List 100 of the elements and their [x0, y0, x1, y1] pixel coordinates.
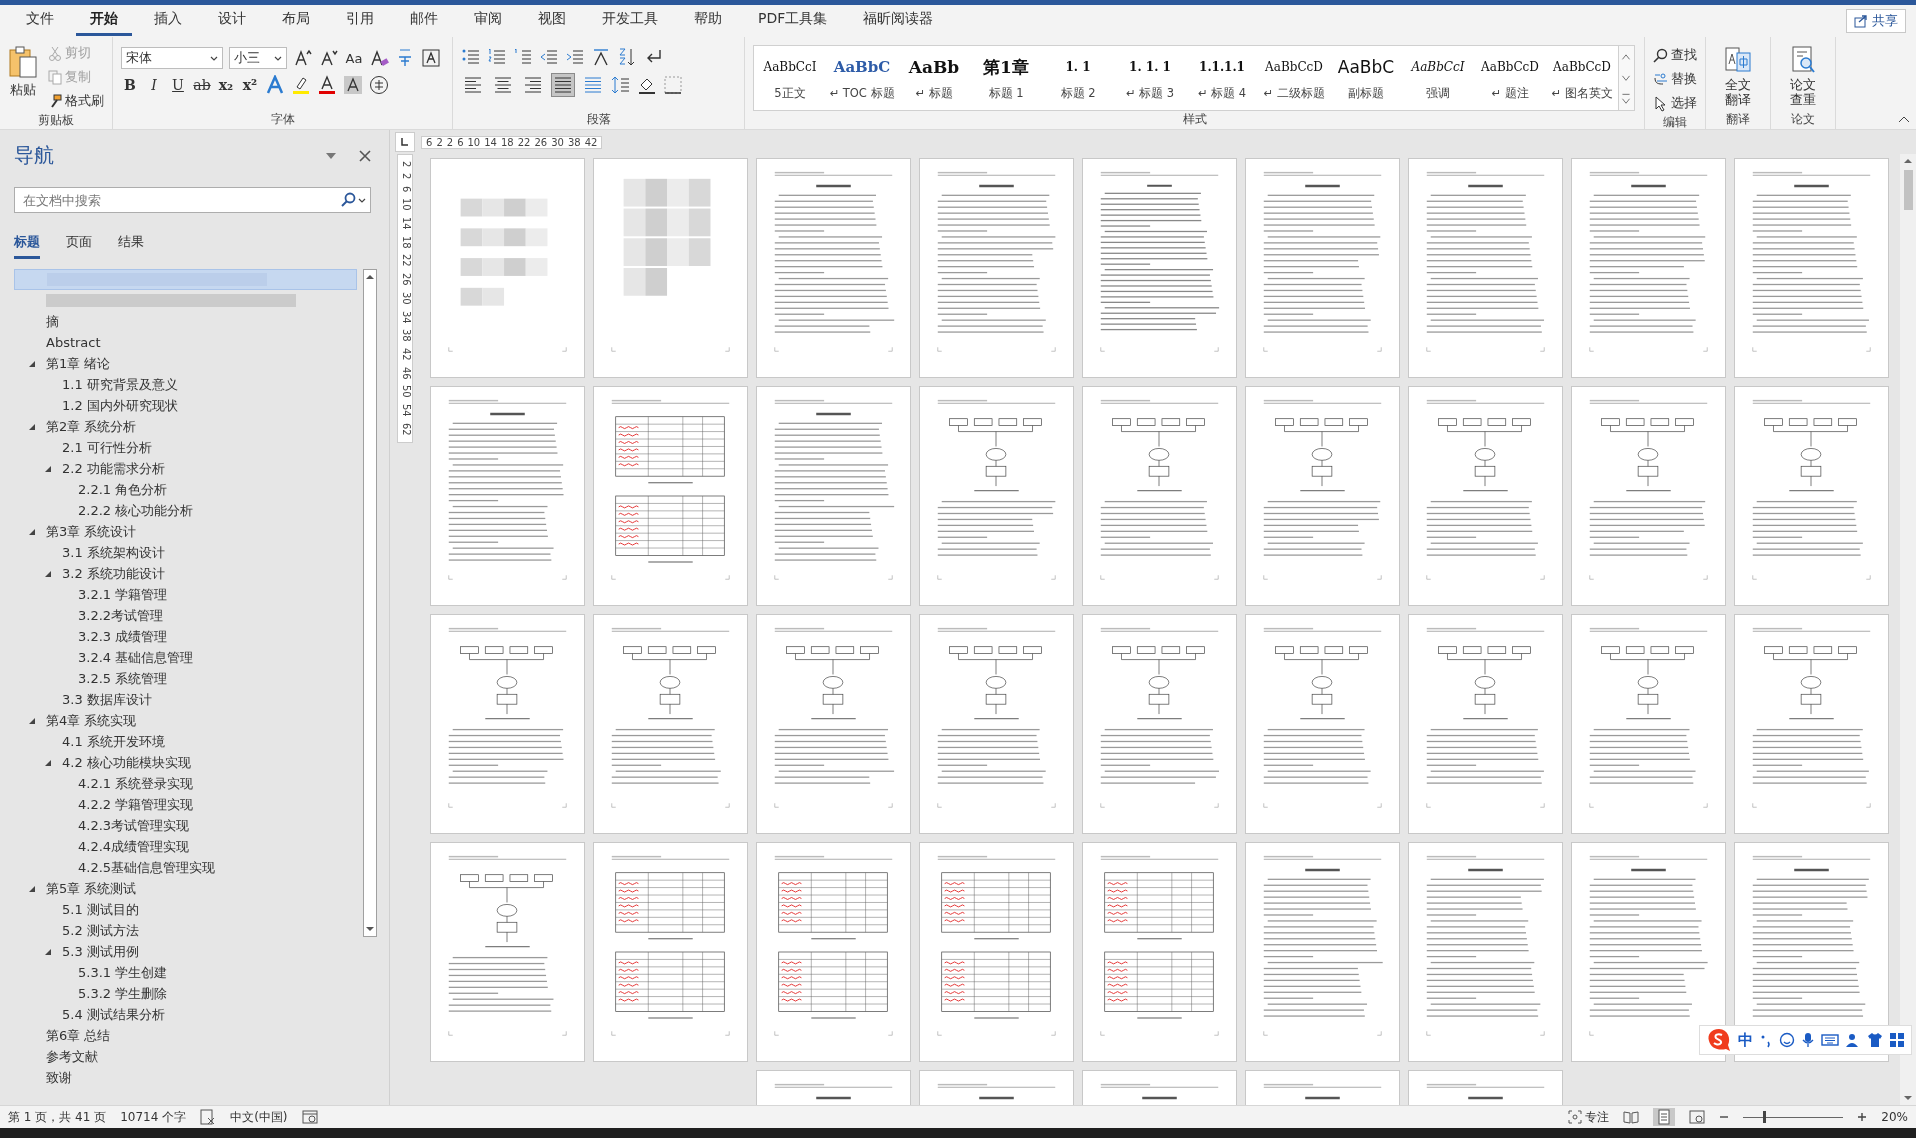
keyboard-icon[interactable]: [1821, 1032, 1839, 1048]
ribbon-tab[interactable]: 文件: [12, 6, 68, 36]
align-left-icon[interactable]: [463, 75, 483, 95]
collapse-ribbon-icon[interactable]: [1898, 115, 1910, 123]
page-thumbnail[interactable]: [593, 386, 748, 606]
style-gallery-item[interactable]: 1. 1. 1 ↵ 标题 3: [1114, 46, 1186, 110]
style-gallery-item[interactable]: AaBbCcD ↵ 图名英文: [1546, 46, 1618, 110]
style-gallery-item[interactable]: AaBbCcI 强调: [1402, 46, 1474, 110]
zoom-in-icon[interactable]: [1857, 1112, 1868, 1122]
dropdown-caret-icon[interactable]: [210, 55, 218, 61]
sort-icon[interactable]: [617, 47, 637, 67]
horizontal-ruler[interactable]: 6 2 2 6 10 14 18 22 26 30 38 42: [421, 135, 603, 149]
align-right-icon[interactable]: [523, 75, 543, 95]
font-color-icon[interactable]: [317, 75, 337, 95]
heading-item[interactable]: 4.2.2 学籍管理实现: [78, 795, 194, 814]
page-thumbnail[interactable]: [593, 842, 748, 1062]
web-layout-icon[interactable]: [1689, 1109, 1706, 1125]
page-thumbnail[interactable]: [756, 386, 911, 606]
heading-item[interactable]: 4.1 系统开发环境: [62, 732, 165, 751]
heading-item[interactable]: 4.2.4成绩管理实现: [78, 837, 190, 856]
page-thumbnail[interactable]: [1571, 614, 1726, 834]
format-button[interactable]: ab: [193, 77, 211, 93]
heading-item[interactable]: 第4章 系统实现: [46, 711, 137, 730]
heading-item[interactable]: 第6章 总结: [46, 1026, 111, 1045]
scrollbar-thumb[interactable]: [1903, 170, 1913, 210]
user-icon[interactable]: [1845, 1032, 1861, 1048]
enclosed-character-icon[interactable]: [369, 75, 389, 95]
page-thumbnail[interactable]: [1571, 158, 1726, 378]
style-gallery-item[interactable]: 1.1.1.1 ↵ 标题 4: [1186, 46, 1258, 110]
heading-item[interactable]: 参考文献: [46, 1047, 98, 1066]
bullet-list-icon[interactable]: [461, 47, 481, 67]
collapse-arrow-icon[interactable]: [28, 422, 36, 431]
align-center-icon[interactable]: [493, 75, 513, 95]
heading-item[interactable]: 2.2.1 角色分析: [78, 480, 168, 499]
language-indicator[interactable]: 中文(中国): [230, 1108, 288, 1126]
zoom-level[interactable]: 20%: [1881, 1110, 1908, 1124]
heading-item[interactable]: 第3章 系统设计: [46, 522, 137, 541]
editing-button[interactable]: 查找: [1653, 45, 1697, 66]
page-thumbnail[interactable]: [1245, 614, 1400, 834]
heading-item[interactable]: 第5章 系统测试: [46, 879, 137, 898]
page-thumbnail[interactable]: [430, 842, 585, 1062]
heading-item[interactable]: 3.2.2考试管理: [78, 606, 164, 625]
ribbon-tab[interactable]: 插入: [140, 6, 196, 36]
pane-tab[interactable]: 页面: [66, 233, 92, 259]
borders-icon[interactable]: [663, 75, 683, 95]
text-direction-icon[interactable]: [591, 47, 611, 67]
heading-item[interactable]: 5.1 测试目的: [62, 900, 139, 919]
input-mode-toggle[interactable]: 中: [1738, 1030, 1753, 1050]
page-thumbnail[interactable]: [1082, 842, 1237, 1062]
heading-item[interactable]: 3.2.4 基础信息管理: [78, 648, 194, 667]
heading-item[interactable]: 1.1 研究背景及意义: [62, 375, 178, 394]
page-thumbnail[interactable]: [1734, 158, 1889, 378]
line-spacing-icon[interactable]: [611, 75, 631, 95]
shrink-font-icon[interactable]: [319, 48, 339, 68]
page-thumbnail[interactable]: [1408, 614, 1563, 834]
ribbon-tab[interactable]: PDF工具集: [744, 6, 842, 36]
page-thumbnail[interactable]: [1734, 386, 1889, 606]
heading-item[interactable]: 4.2.3考试管理实现: [78, 816, 190, 835]
heading-item[interactable]: 2.1 可行性分析: [62, 438, 152, 457]
heading-item[interactable]: 3.2.1 学籍管理: [78, 585, 168, 604]
pane-tab[interactable]: 标题: [14, 233, 40, 259]
character-shading-icon[interactable]: [343, 75, 363, 95]
emoji-icon[interactable]: [1779, 1032, 1795, 1048]
collapse-arrow-icon[interactable]: [28, 359, 36, 368]
read-mode-icon[interactable]: [1623, 1110, 1640, 1124]
pane-options-icon[interactable]: [325, 151, 337, 160]
page-thumbnail[interactable]: [1082, 386, 1237, 606]
heading-item[interactable]: 摘: [46, 312, 59, 331]
format-button[interactable]: x²: [241, 77, 259, 93]
page-thumbnail[interactable]: [756, 158, 911, 378]
ime-toolbar[interactable]: 中: [1699, 1025, 1912, 1055]
justify-icon[interactable]: [553, 75, 573, 95]
heading-item[interactable]: 3.2 系统功能设计: [62, 564, 165, 583]
collapse-arrow-icon[interactable]: [28, 716, 36, 725]
page-thumbnail[interactable]: [1734, 614, 1889, 834]
print-layout-icon[interactable]: [1657, 1109, 1672, 1125]
heading-item[interactable]: 2.2 功能需求分析: [62, 459, 165, 478]
heading-item[interactable]: 致谢: [46, 1068, 72, 1087]
increase-indent-icon[interactable]: [565, 47, 585, 67]
heading-item[interactable]: 4.2 核心功能模块实现: [62, 753, 191, 772]
ribbon-tab[interactable]: 设计: [204, 6, 260, 36]
vertical-ruler[interactable]: 2 2 6 10 14 18 22 26 30 34 38 42 46 50 54 62: [397, 154, 413, 443]
ribbon-tab[interactable]: 开发工具: [588, 6, 672, 36]
search-field[interactable]: 在文档中搜索: [21, 191, 338, 209]
ribbon-tab[interactable]: 引用: [332, 6, 388, 36]
focus-mode-button[interactable]: 专注: [1568, 1108, 1610, 1126]
page-thumbnail[interactable]: [919, 842, 1074, 1062]
close-icon[interactable]: [359, 149, 371, 162]
text-effects-icon[interactable]: [265, 75, 285, 95]
shirt-icon[interactable]: [1867, 1032, 1883, 1048]
ribbon-tab[interactable]: 视图: [524, 6, 580, 36]
page-thumbnail[interactable]: [430, 386, 585, 606]
collapse-arrow-icon[interactable]: [44, 758, 52, 767]
scrollbar[interactable]: [363, 269, 377, 937]
page-thumbnail[interactable]: [756, 614, 911, 834]
decrease-indent-icon[interactable]: [539, 47, 559, 67]
page-thumbnail[interactable]: [919, 158, 1074, 378]
page-thumbnail[interactable]: [919, 614, 1074, 834]
heading-item[interactable]: 5.3 测试用例: [62, 942, 139, 961]
heading-item[interactable]: 3.2.5 系统管理: [78, 669, 168, 688]
